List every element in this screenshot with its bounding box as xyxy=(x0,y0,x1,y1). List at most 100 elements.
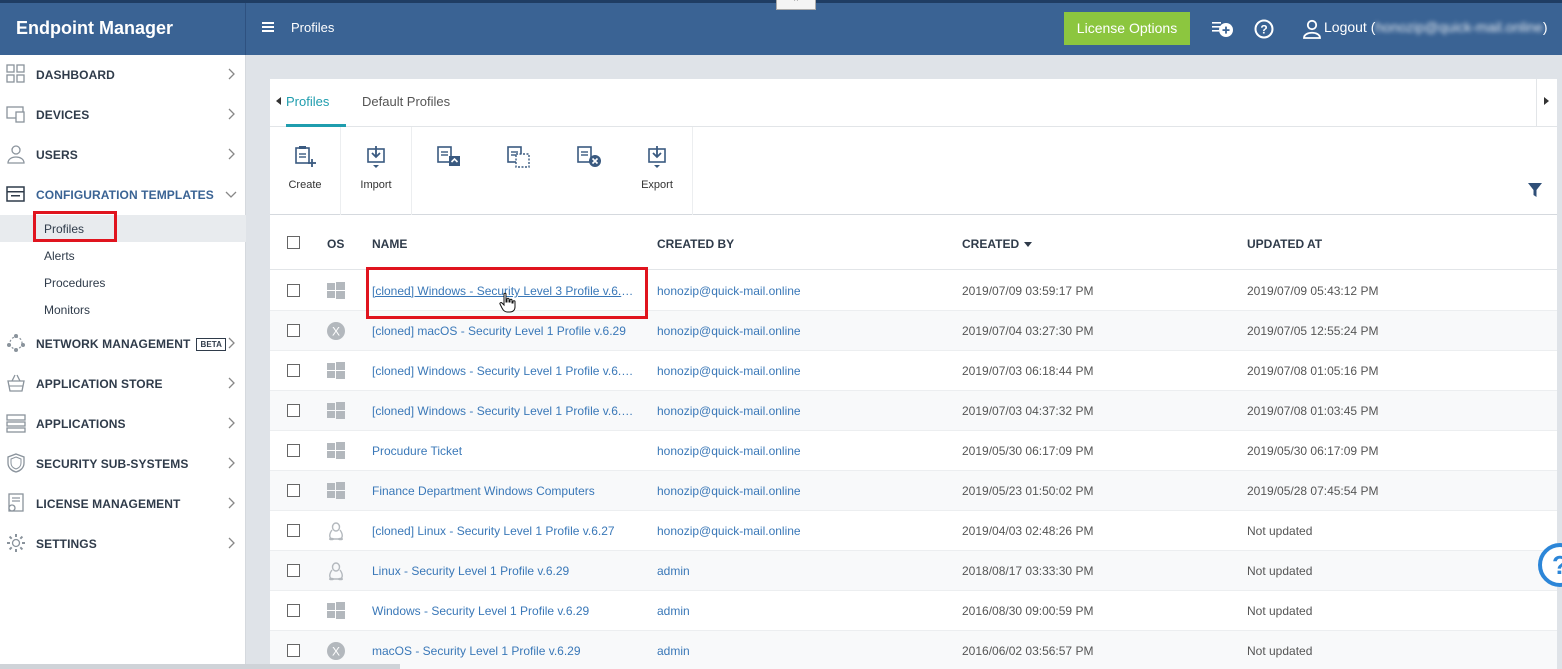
profile-name-link[interactable]: Windows - Security Level 1 Profile v.6.2… xyxy=(372,604,589,618)
column-header-created[interactable]: CREATED xyxy=(962,237,1033,251)
table-header: OS NAME CREATED BY CREATED UPDATED AT xyxy=(270,216,1557,270)
hand-cursor-icon xyxy=(499,292,516,313)
sidebar-item-security-sub-systems[interactable]: SECURITY SUB-SYSTEMS xyxy=(0,444,246,484)
row-checkbox[interactable] xyxy=(287,564,300,577)
created-by-link[interactable]: admin xyxy=(657,604,690,618)
export-profile-button[interactable] xyxy=(412,127,482,215)
column-header-updated-at[interactable]: UPDATED AT xyxy=(1247,237,1322,251)
import-label: Import xyxy=(360,179,392,191)
hamburger-menu-icon[interactable] xyxy=(262,20,276,34)
horizontal-scrollbar[interactable] xyxy=(0,664,400,669)
select-all-checkbox[interactable] xyxy=(287,236,300,249)
profile-name-link[interactable]: Linux - Security Level 1 Profile v.6.29 xyxy=(372,564,569,578)
tab-scroll-right-icon[interactable] xyxy=(1544,97,1549,105)
sidebar-item-users[interactable]: USERS xyxy=(0,135,246,175)
table-row[interactable]: [cloned] Windows - Security Level 1 Prof… xyxy=(270,351,1557,391)
table-body: [cloned] Windows - Security Level 3 Prof… xyxy=(270,271,1557,669)
sidebar-item-applications[interactable]: APPLICATIONS xyxy=(0,404,246,444)
filter-icon[interactable] xyxy=(1527,182,1543,198)
sidebar-item-application-store[interactable]: APPLICATION STORE xyxy=(0,364,246,404)
sidebar-subitem-monitors[interactable]: Monitors xyxy=(0,296,246,323)
sidebar-item-settings[interactable]: SETTINGS xyxy=(0,524,246,564)
created-date: 2019/05/23 01:50:02 PM xyxy=(962,484,1094,498)
delete-icon xyxy=(577,146,601,167)
license-options-button[interactable]: License Options xyxy=(1064,12,1190,45)
created-by-link[interactable]: honozip@quick-mail.online xyxy=(657,324,801,338)
created-by-link[interactable]: honozip@quick-mail.online xyxy=(657,444,801,458)
created-by-link[interactable]: honozip@quick-mail.online xyxy=(657,284,801,298)
column-header-name[interactable]: NAME xyxy=(372,237,407,251)
sidebar-subitem-procedures[interactable]: Procedures xyxy=(0,269,246,296)
windows-os-icon xyxy=(326,281,346,301)
store-icon xyxy=(7,374,25,392)
updated-date: 2019/05/28 07:45:54 PM xyxy=(1247,484,1379,498)
sidebar-item-license-management[interactable]: LICENSE MANAGEMENT xyxy=(0,484,246,524)
profile-name-link[interactable]: macOS - Security Level 1 Profile v.6.29 xyxy=(372,644,581,658)
row-checkbox[interactable] xyxy=(287,604,300,617)
sidebar-item-configuration-templates[interactable]: CONFIGURATION TEMPLATES xyxy=(0,175,246,215)
tab-scroll-left-icon[interactable] xyxy=(276,97,281,105)
network-management-label: NETWORK MANAGEMENT xyxy=(36,337,191,351)
help-icon[interactable]: ? xyxy=(1253,17,1277,41)
export-icon xyxy=(648,146,666,168)
table-row[interactable]: [cloned] Linux - Security Level 1 Profil… xyxy=(270,511,1557,551)
logout-link[interactable]: Logout (honozip@quick-mail.online) xyxy=(1324,19,1548,35)
license-icon xyxy=(8,493,24,512)
created-by-link[interactable]: honozip@quick-mail.online xyxy=(657,404,801,418)
updated-date: 2019/07/09 05:43:12 PM xyxy=(1247,284,1379,298)
sidebar-item-network-management[interactable]: NETWORK MANAGEMENT BETA xyxy=(0,324,246,364)
profile-name-link[interactable]: [cloned] Linux - Security Level 1 Profil… xyxy=(372,524,615,538)
collapse-header-tab[interactable]: ⌃ xyxy=(776,0,816,10)
created-by-link[interactable]: honozip@quick-mail.online xyxy=(657,524,801,538)
profile-name-link[interactable]: [cloned] macOS - Security Level 1 Profil… xyxy=(372,324,626,338)
created-by-link[interactable]: admin xyxy=(657,564,690,578)
delete-profile-button[interactable] xyxy=(552,127,622,215)
row-checkbox[interactable] xyxy=(287,364,300,377)
row-checkbox[interactable] xyxy=(287,404,300,417)
windows-os-icon xyxy=(326,401,346,421)
created-date: 2019/07/03 04:37:32 PM xyxy=(962,404,1094,418)
column-header-created-label: CREATED xyxy=(962,237,1020,251)
table-row[interactable]: Windows - Security Level 1 Profile v.6.2… xyxy=(270,591,1557,631)
tab-default-profiles[interactable]: Default Profiles xyxy=(362,94,450,109)
import-button[interactable]: Import xyxy=(341,127,411,215)
table-row[interactable]: XmacOS - Security Level 1 Profile v.6.29… xyxy=(270,631,1557,669)
windows-os-icon xyxy=(326,361,346,381)
sidebar-subitem-alerts[interactable]: Alerts xyxy=(0,242,246,269)
updated-date: 2019/05/30 06:17:09 PM xyxy=(1247,444,1379,458)
created-date: 2016/08/30 09:00:59 PM xyxy=(962,604,1094,618)
column-header-created-by[interactable]: CREATED BY xyxy=(657,237,734,251)
created-by-link[interactable]: admin xyxy=(657,644,690,658)
row-checkbox[interactable] xyxy=(287,524,300,537)
row-checkbox[interactable] xyxy=(287,644,300,657)
profile-name-link[interactable]: Finance Department Windows Computers xyxy=(372,484,595,498)
templates-icon xyxy=(6,186,25,202)
created-by-link[interactable]: honozip@quick-mail.online xyxy=(657,364,801,378)
created-by-link[interactable]: honozip@quick-mail.online xyxy=(657,484,801,498)
row-checkbox[interactable] xyxy=(287,444,300,457)
devices-icon xyxy=(6,106,25,123)
shield-icon xyxy=(7,453,25,473)
export-button[interactable]: Export xyxy=(622,127,692,215)
tab-profiles[interactable]: Profiles xyxy=(286,94,329,109)
create-button[interactable]: Create xyxy=(270,127,340,215)
table-row[interactable]: Finance Department Windows Computers hono… xyxy=(270,471,1557,511)
add-notification-icon[interactable] xyxy=(1211,17,1235,41)
sidebar-item-dashboard[interactable]: DASHBOARD xyxy=(0,55,246,95)
row-checkbox[interactable] xyxy=(287,484,300,497)
column-header-os[interactable]: OS xyxy=(327,237,344,251)
table-row[interactable]: Linux - Security Level 1 Profile v.6.29 a… xyxy=(270,551,1557,591)
table-row[interactable]: [cloned] Windows - Security Level 1 Prof… xyxy=(270,391,1557,431)
chevron-right-icon xyxy=(228,68,235,80)
profile-name-link[interactable]: [cloned] Windows - Security Level 1 Prof… xyxy=(372,404,634,418)
profile-name-link[interactable]: [cloned] Windows - Security Level 1 Prof… xyxy=(372,364,634,378)
sidebar-item-label: SETTINGS xyxy=(36,537,97,551)
sidebar-item-devices[interactable]: DEVICES xyxy=(0,95,246,135)
row-checkbox[interactable] xyxy=(287,284,300,297)
tab-divider xyxy=(1536,79,1537,127)
table-row[interactable]: Procudure Ticket honozip@quick-mail.onlin… xyxy=(270,431,1557,471)
sidebar: DASHBOARD DEVICES USERS CONFIGURATION TE… xyxy=(0,55,246,669)
profile-name-link[interactable]: Procudure Ticket xyxy=(372,444,462,458)
row-checkbox[interactable] xyxy=(287,324,300,337)
clone-profile-button[interactable] xyxy=(482,127,552,215)
